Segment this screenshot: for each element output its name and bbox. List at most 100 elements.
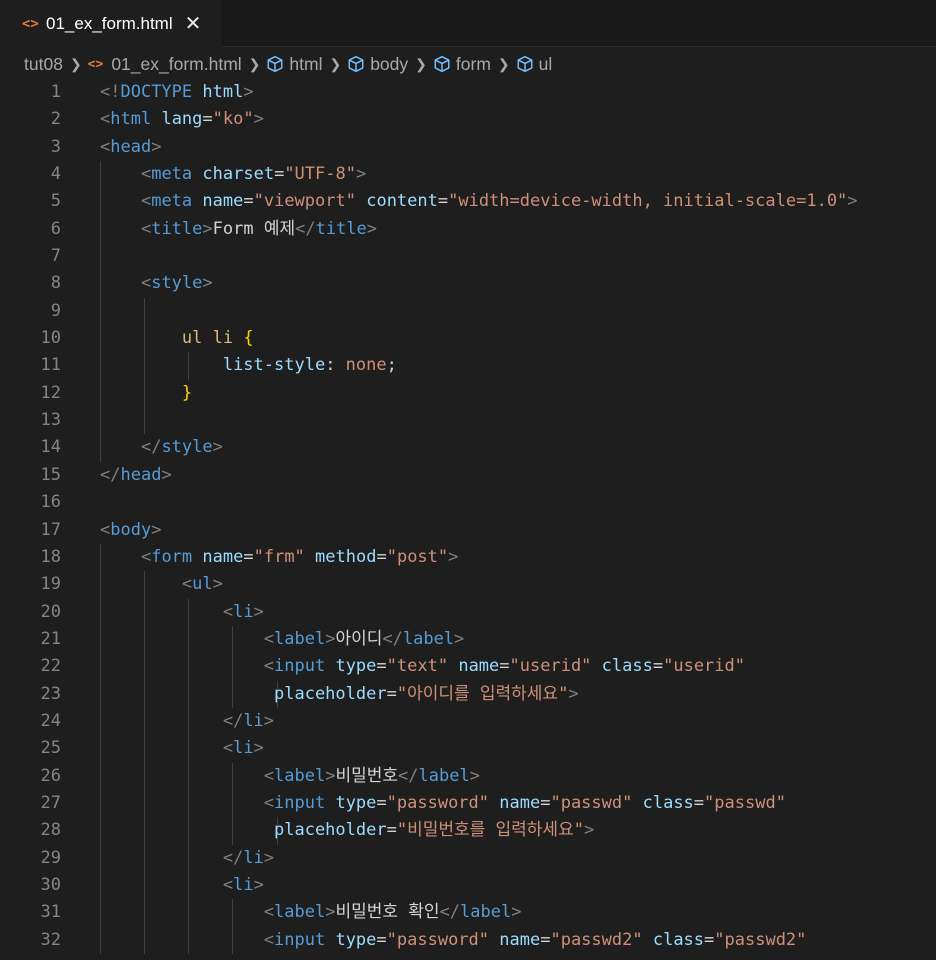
code-editor[interactable]: 1 <!DOCTYPE html> 2 <html lang="ko"> 3 <head>…	[0, 79, 936, 960]
breadcrumb-symbol-ul[interactable]: ul	[516, 54, 552, 75]
code-line[interactable]: 5 <meta name="viewport" content="width=d…	[0, 188, 936, 216]
code-token: {	[243, 328, 254, 349]
line-number: 3	[50, 136, 61, 157]
code-line[interactable]: 21 <label>아이디</label>	[0, 625, 936, 654]
code-text: }	[100, 380, 192, 407]
code-token: =	[376, 792, 387, 813]
close-icon[interactable]: ✕	[185, 14, 202, 34]
code-token: "frm"	[253, 546, 305, 567]
code-token: html	[110, 109, 152, 130]
code-line[interactable]: 29 </li>	[0, 844, 936, 872]
code-line[interactable]: 31 <label>비밀번호 확인</label>	[0, 899, 936, 927]
code-line[interactable]: 19 <ul>	[0, 571, 936, 599]
code-token: </	[100, 464, 121, 485]
code-token: >	[212, 574, 223, 595]
code-line[interactable]: 25 <li>	[0, 735, 936, 763]
code-token: class	[642, 792, 694, 813]
code-token: name	[202, 191, 244, 212]
code-token: >	[202, 273, 213, 294]
code-token: </	[398, 765, 419, 786]
code-token: "passwd2"	[550, 929, 643, 950]
code-line[interactable]: 13	[0, 407, 936, 435]
code-line[interactable]: 11 list-style: none;	[0, 352, 936, 380]
code-token: <	[263, 656, 275, 677]
code-line[interactable]: 6 <title>Form 예제</title>	[0, 215, 936, 244]
code-line[interactable]: 23 placeholder="아이디를 입력하세요">	[0, 680, 936, 708]
code-text: placeholder="비밀번호를 입력하세요">	[100, 817, 594, 844]
code-token: Form 예제	[212, 218, 296, 239]
code-token: "text"	[386, 656, 449, 677]
code-token: >	[325, 902, 336, 923]
line-number: 1	[50, 82, 61, 102]
code-line[interactable]: 18 <form name="frm" method="post">	[0, 543, 936, 572]
line-number: 12	[40, 382, 61, 403]
code-token: li	[233, 874, 254, 895]
code-text: list-style: none;	[100, 352, 397, 379]
code-token: </	[140, 437, 162, 458]
line-number: 22	[40, 656, 61, 677]
indent-guide	[100, 297, 101, 326]
breadcrumb-symbol-form[interactable]: form	[433, 54, 491, 75]
code-line[interactable]: 4 <meta charset="UTF-8">	[0, 161, 936, 189]
code-token: ul li	[181, 328, 234, 349]
code-line[interactable]: 22 <input type="text" name="userid" clas…	[0, 653, 936, 681]
code-line[interactable]: 14 </style>	[0, 434, 936, 462]
code-token: charset	[202, 164, 275, 185]
code-line[interactable]: 16	[0, 489, 936, 516]
code-line[interactable]: 20 <li>	[0, 598, 936, 626]
code-line[interactable]: 12 }	[0, 379, 936, 408]
code-line[interactable]: 10 ul li {	[0, 325, 936, 353]
breadcrumb-folder[interactable]: tut08	[24, 54, 63, 75]
code-token: <	[222, 738, 234, 759]
code-token: </	[222, 847, 244, 868]
code-line[interactable]: 9	[0, 297, 936, 326]
indent-guide	[144, 297, 145, 326]
code-line[interactable]: 32 <input type="password" name="passwd2"…	[0, 926, 936, 954]
code-text: <form name="frm" method="post">	[100, 544, 458, 571]
symbol-element-icon	[348, 55, 364, 73]
code-token: none	[345, 355, 387, 376]
breadcrumb-file[interactable]: <> 01_ex_form.html	[88, 54, 242, 75]
code-line[interactable]: 7	[0, 243, 936, 271]
code-line[interactable]: 28 placeholder="비밀번호를 입력하세요">	[0, 817, 936, 845]
line-number: 4	[50, 164, 61, 185]
code-line[interactable]: 24 </li>	[0, 707, 936, 736]
line-number: 10	[40, 328, 61, 349]
code-line[interactable]: 27 <input type="password" name="passwd" …	[0, 789, 936, 818]
code-line[interactable]: 26 <label>비밀번호</label>	[0, 762, 936, 790]
code-line[interactable]: 2 <html lang="ko">	[0, 106, 936, 133]
code-line[interactable]: 1 <!DOCTYPE html>	[0, 79, 936, 106]
code-line[interactable]: 30 <li>	[0, 871, 936, 900]
html-file-icon: <>	[87, 56, 104, 72]
code-token: <	[100, 136, 111, 157]
breadcrumb-symbol-html[interactable]: html	[266, 54, 322, 75]
code-token: =	[693, 792, 705, 813]
code-token: title	[315, 218, 367, 239]
code-line[interactable]: 3 <head>	[0, 134, 936, 161]
breadcrumb-symbol-body[interactable]: body	[347, 54, 408, 75]
breadcrumb-symbol-label: body	[370, 53, 409, 74]
code-token: >	[454, 628, 465, 649]
code-text: ul li {	[100, 325, 254, 352]
code-token: class	[652, 929, 705, 950]
code-text: <label>비밀번호</label>	[100, 763, 480, 790]
editor-tab-active[interactable]: <> 01_ex_form.html ✕	[0, 0, 222, 46]
code-line[interactable]: 8 <style>	[0, 270, 936, 298]
breadcrumb-file-label: 01_ex_form.html	[111, 53, 242, 74]
code-line[interactable]: 17 <body>	[0, 517, 936, 544]
code-token: head	[110, 136, 152, 157]
code-token: </	[382, 628, 403, 649]
code-token: =	[540, 929, 551, 950]
code-token: =	[652, 656, 664, 677]
code-token: >	[568, 683, 579, 704]
code-token: =	[243, 546, 254, 567]
code-line[interactable]: 15 </head>	[0, 462, 936, 489]
